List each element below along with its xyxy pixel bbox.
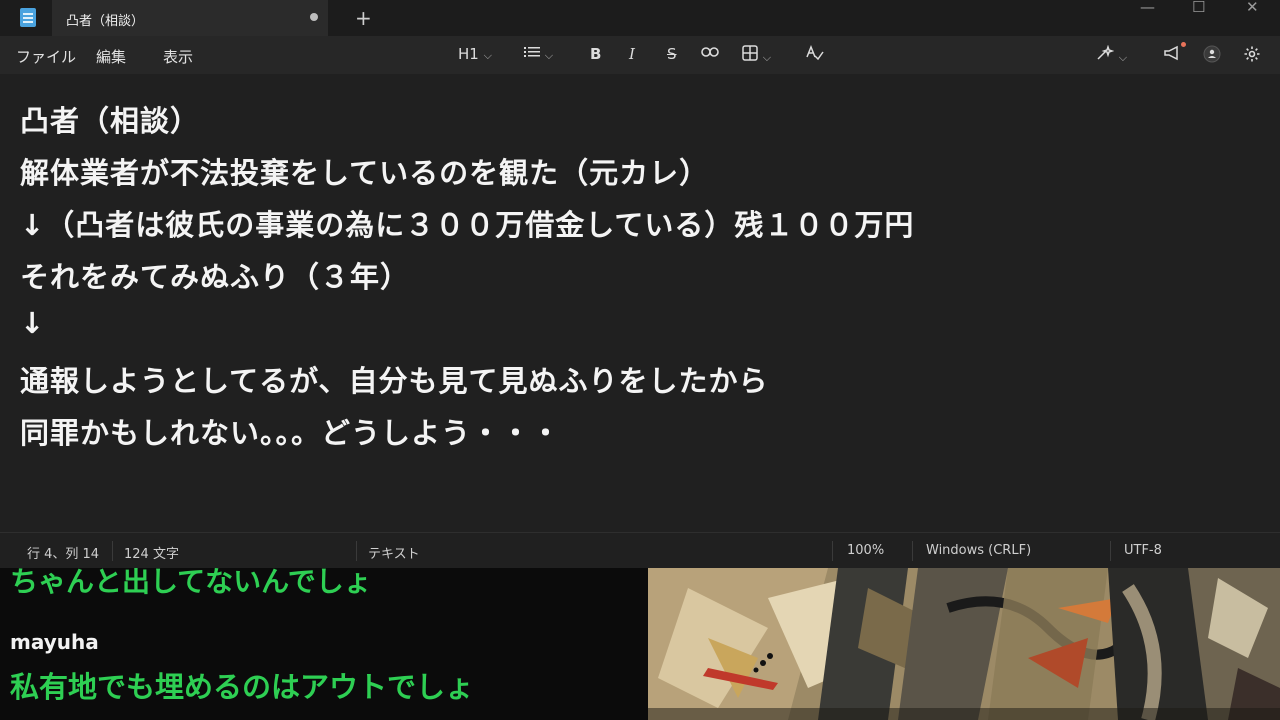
maximize-button[interactable]: ☐	[1192, 0, 1205, 16]
spellcheck-button[interactable]	[806, 44, 824, 65]
status-divider	[832, 541, 833, 561]
chevron-down-icon: ⌵	[544, 49, 554, 62]
artwork-image	[648, 568, 1280, 720]
chevron-down-icon: ⌵	[483, 49, 492, 62]
notification-dot-icon	[1181, 42, 1186, 47]
unsaved-indicator-icon[interactable]	[310, 13, 318, 21]
document-line: 同罪かもしれない。。。どうしよう・・・	[20, 416, 562, 450]
megaphone-icon	[1164, 45, 1178, 61]
zoom-level[interactable]: 100%	[847, 543, 884, 558]
document-line: ↓（凸者は彼氏の事業の為に３００万借金している）残１００万円	[20, 208, 915, 242]
copilot-icon	[1097, 44, 1115, 60]
bold-button[interactable]: B	[590, 45, 601, 63]
chat-message-previous: ちゃんと出してないんでしょ	[10, 568, 372, 598]
character-count: 124 文字	[124, 547, 179, 562]
chevron-down-icon: ⌵	[762, 51, 772, 64]
spellcheck-icon	[806, 44, 824, 61]
menu-view[interactable]: 表示	[163, 46, 193, 67]
menu-edit[interactable]: 編集	[96, 46, 126, 67]
document-line: 通報しようとしてるが、自分も見て見ぬふりをしたから	[20, 364, 769, 398]
abstract-painting	[648, 568, 1280, 720]
feedback-button[interactable]	[1163, 45, 1181, 65]
settings-button[interactable]	[1243, 45, 1261, 67]
link-button[interactable]	[701, 45, 719, 63]
document-line: 凸者（相談）	[20, 104, 201, 138]
document-line: ↓	[20, 306, 46, 340]
table-icon	[742, 45, 758, 61]
editor-area[interactable]: 凸者（相談） 解体業者が不法投棄をしているのを観た（元カレ） ↓（凸者は彼氏の事…	[0, 74, 1280, 532]
chat-message: 私有地でも埋めるのはアウトでしょ	[10, 670, 475, 704]
table-dropdown[interactable]: ⌵	[742, 45, 771, 65]
status-divider	[1110, 541, 1111, 561]
format-indicator[interactable]: テキスト	[368, 543, 420, 562]
close-button[interactable]: ✕	[1246, 0, 1259, 16]
notepad-icon	[20, 8, 36, 27]
menu-file[interactable]: ファイル	[16, 46, 76, 67]
minimize-button[interactable]: —	[1140, 0, 1155, 16]
status-bar: 行 4、列 14 124 文字 テキスト 100% Windows (CRLF)…	[0, 532, 1280, 569]
document-line: 解体業者が不法投棄をしているのを観た（元カレ）	[20, 156, 710, 190]
chat-username: mayuha	[10, 630, 99, 654]
list-dropdown[interactable]: ⌵	[524, 45, 553, 63]
strikethrough-button[interactable]: S	[667, 45, 677, 63]
cursor-position: 行 4、列 14	[27, 547, 100, 562]
italic-button[interactable]: I	[629, 45, 635, 63]
heading-dropdown[interactable]: H1 ⌵	[458, 45, 492, 63]
line-ending[interactable]: Windows (CRLF)	[926, 543, 1031, 558]
title-bar: 凸者（相談） + — ☐ ✕	[0, 0, 1280, 36]
status-divider	[912, 541, 913, 561]
document-line: それをみてみぬふり（３年）	[20, 260, 411, 294]
new-tab-button[interactable]: +	[355, 6, 372, 30]
chat-overlay: ちゃんと出してないんでしょ mayuha 私有地でも埋めるのはアウトでしょ	[0, 568, 648, 720]
heading-label: H1	[458, 45, 479, 63]
document-tab[interactable]: 凸者（相談）	[52, 0, 328, 36]
chevron-down-icon: ⌵	[1118, 51, 1128, 64]
tab-title: 凸者（相談）	[66, 14, 145, 29]
menu-bar: ファイル 編集 表示 H1 ⌵ ⌵ B I S ⌵ ⌵	[0, 36, 1280, 74]
account-button[interactable]	[1203, 45, 1221, 67]
status-divider	[356, 541, 357, 561]
list-icon	[524, 47, 540, 57]
status-divider	[112, 541, 113, 561]
gear-icon	[1244, 46, 1260, 62]
copilot-dropdown[interactable]: ⌵	[1096, 44, 1128, 65]
encoding[interactable]: UTF-8	[1124, 543, 1162, 558]
account-icon	[1203, 45, 1221, 63]
link-icon	[701, 47, 719, 57]
